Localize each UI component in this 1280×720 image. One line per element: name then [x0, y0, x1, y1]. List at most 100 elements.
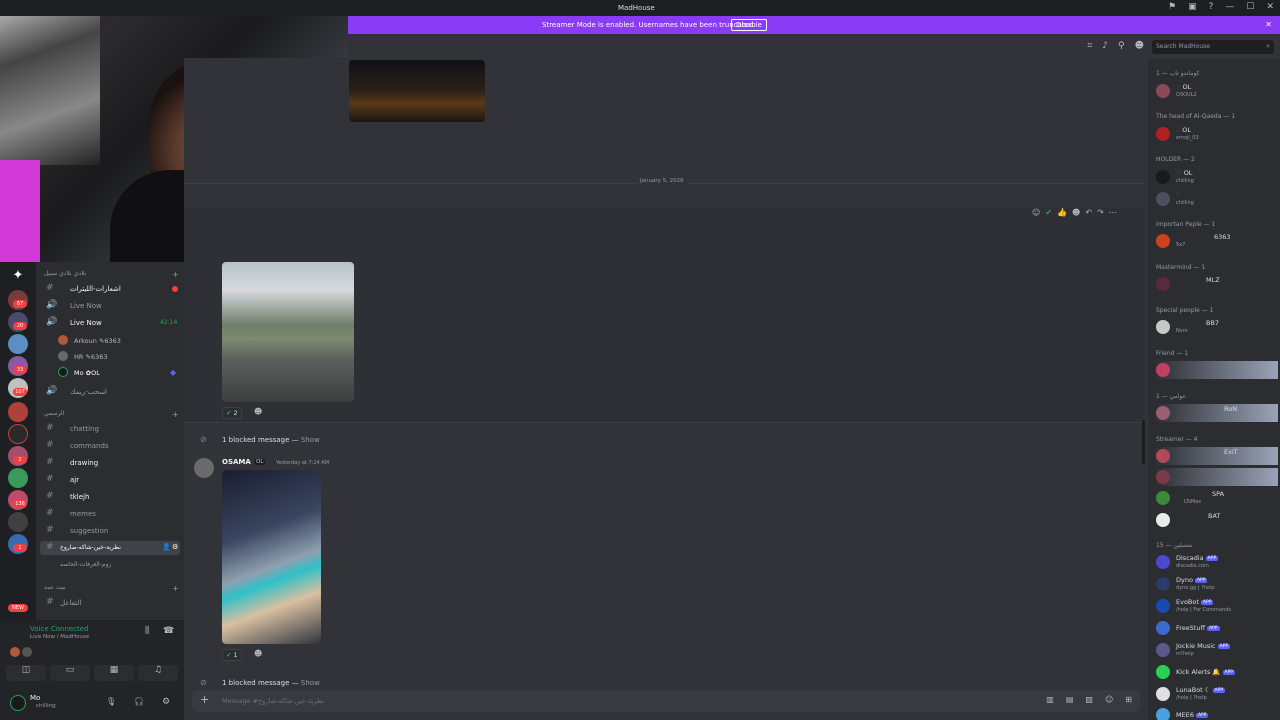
- add-reaction-icon[interactable]: ☻: [254, 649, 262, 658]
- server-icon[interactable]: [8, 402, 28, 422]
- reaction-check[interactable]: ✔ 1: [222, 649, 242, 661]
- member-item[interactable]: [1154, 361, 1278, 379]
- reaction-check[interactable]: ✔ 2: [222, 407, 242, 419]
- attach-plus-icon[interactable]: +: [200, 693, 209, 706]
- screen-icon[interactable]: ▣: [1188, 2, 1197, 12]
- category-header[interactable]: بلادي بلادي سبيل +: [44, 270, 179, 279]
- invite-icon[interactable]: 👤: [162, 543, 171, 551]
- member-item[interactable]: MLZ: [1154, 275, 1278, 293]
- pin-icon[interactable]: ⚲: [1118, 41, 1125, 51]
- bot-item[interactable]: Dyno APP dyno.gg | ?help: [1154, 575, 1278, 593]
- headset-icon[interactable]: 🎧: [134, 697, 144, 706]
- message-image-palms[interactable]: [222, 262, 354, 402]
- channel-item[interactable]: # drawing: [40, 456, 180, 470]
- channel-item[interactable]: # commands: [40, 439, 180, 453]
- close-banner-icon[interactable]: ✕: [1265, 20, 1272, 29]
- category-header[interactable]: بيت عمه +: [44, 584, 179, 593]
- camera-icon[interactable]: ◫: [6, 665, 46, 681]
- category-header[interactable]: الرسمي +: [44, 410, 179, 419]
- chat-scrollbar[interactable]: [1142, 420, 1145, 464]
- emoji-icon[interactable]: ☺: [1105, 695, 1113, 704]
- reaction-emoji-icon[interactable]: ☺: [1032, 208, 1040, 217]
- channel-item[interactable]: # ajr: [40, 473, 180, 487]
- search-input[interactable]: Search MadHouse ⌕: [1152, 40, 1274, 54]
- avatar[interactable]: [10, 695, 26, 711]
- close-window-icon[interactable]: ✕: [1266, 2, 1274, 12]
- settings-icon[interactable]: ⚙: [172, 543, 178, 551]
- channel-item[interactable]: # chatting: [40, 422, 180, 436]
- add-channel-icon[interactable]: +: [172, 270, 179, 279]
- voice-channel-item[interactable]: 🔊 اسحب-ريمك: [40, 385, 180, 399]
- message-image-icecream[interactable]: [222, 470, 321, 644]
- bot-item[interactable]: MEE6 APP: [1154, 706, 1278, 720]
- bot-item[interactable]: LunaBot ☾ APP /help | ?help: [1154, 685, 1278, 703]
- member-item[interactable]: B OL O3OUL2: [1154, 82, 1278, 100]
- home-icon[interactable]: ✦: [8, 266, 28, 286]
- member-item[interactable]: BB7 Nvm: [1154, 318, 1278, 336]
- screenshare-icon[interactable]: ▭: [50, 665, 90, 681]
- inbox-icon[interactable]: ⚑: [1168, 2, 1176, 12]
- channel-item-selected[interactable]: # نظرية-خين-شاكه-صاروخ 👤 ⚙: [40, 541, 180, 555]
- channel-item[interactable]: # التفاعل: [40, 596, 180, 610]
- mic-icon[interactable]: 🎙: [106, 697, 116, 706]
- member-item[interactable]: [1154, 468, 1278, 486]
- more-icon[interactable]: ⋯: [1109, 208, 1117, 217]
- add-reaction-icon[interactable]: ☻: [1072, 208, 1080, 217]
- gift-icon[interactable]: ▥: [1046, 695, 1054, 704]
- member-item[interactable]: S OL emoji_03: [1154, 125, 1278, 143]
- member-item[interactable]: P chilling: [1154, 190, 1278, 208]
- notification-icon[interactable]: ♪: [1102, 41, 1108, 51]
- channel-item[interactable]: # اشعارات-الليترات: [40, 282, 180, 296]
- message-author[interactable]: OSAMA: [222, 458, 251, 466]
- message-composer[interactable]: + Message #نظرية-خين-شاكه-صاروخ ▥ ▤ ▧ ☺ …: [192, 690, 1140, 712]
- member-item[interactable]: ExiT: [1154, 447, 1278, 465]
- channel-item[interactable]: # suggestion: [40, 524, 180, 538]
- soundboard-icon[interactable]: ♫: [138, 665, 178, 681]
- noise-icon[interactable]: ⫼: [145, 626, 149, 636]
- apps-icon[interactable]: ⊞: [1125, 695, 1132, 704]
- sticker-icon[interactable]: ▧: [1085, 695, 1093, 704]
- member-item[interactable]: 6363 5x7: [1154, 232, 1278, 250]
- member-item[interactable]: M OL chilling: [1154, 168, 1278, 186]
- member-item[interactable]: SPA LTsMax: [1154, 489, 1278, 507]
- message-image[interactable]: [349, 60, 485, 122]
- channel-item[interactable]: زوم-الغرفات-الخاصه: [40, 558, 180, 572]
- show-blocked-link[interactable]: Show: [301, 436, 320, 444]
- reaction-count: 2: [233, 409, 238, 417]
- server-icon[interactable]: [8, 512, 28, 532]
- avatar[interactable]: [194, 458, 214, 478]
- disconnect-icon[interactable]: ☎: [163, 626, 174, 636]
- bot-item[interactable]: EvoBot APP /help | For Commands: [1154, 597, 1278, 615]
- server-icon[interactable]: [8, 334, 28, 354]
- add-reaction-icon[interactable]: ☻: [254, 407, 262, 416]
- member-item[interactable]: RoN: [1154, 404, 1278, 422]
- voice-user[interactable]: Mo ✿OL ◆: [56, 366, 180, 380]
- bot-item[interactable]: Discadia APP discadia.com: [1154, 553, 1278, 571]
- channel-item[interactable]: # memes: [40, 507, 180, 521]
- server-icon[interactable]: [8, 468, 28, 488]
- user-settings-icon[interactable]: ⚙: [162, 697, 170, 707]
- disable-button[interactable]: Disable: [731, 19, 767, 31]
- bot-item[interactable]: FreeStuff APP: [1154, 619, 1278, 637]
- check-emoji-icon[interactable]: ✔: [1045, 208, 1052, 217]
- add-channel-icon[interactable]: +: [172, 410, 179, 419]
- channel-item[interactable]: # tklejh: [40, 490, 180, 504]
- members-icon[interactable]: ☻: [1135, 41, 1144, 51]
- show-blocked-link[interactable]: Show: [301, 679, 320, 687]
- voice-channel-item-active[interactable]: 🔊 Live Now 42:14: [40, 316, 180, 330]
- forward-icon[interactable]: ↷: [1097, 208, 1104, 217]
- thumbs-up-icon[interactable]: 👍: [1057, 208, 1067, 217]
- help-icon[interactable]: ?: [1209, 2, 1214, 12]
- reply-icon[interactable]: ↶: [1085, 208, 1092, 217]
- bot-item[interactable]: Jockie Music APP m!help: [1154, 641, 1278, 659]
- bot-item[interactable]: Kick Alerts 🔔 APP: [1154, 663, 1278, 681]
- member-item[interactable]: BAT: [1154, 511, 1278, 529]
- server-icon[interactable]: [8, 424, 28, 444]
- threads-icon[interactable]: ⌗: [1087, 41, 1092, 51]
- gif-icon[interactable]: ▤: [1066, 695, 1074, 704]
- add-channel-icon[interactable]: +: [172, 584, 179, 593]
- maximize-icon[interactable]: ☐: [1246, 2, 1254, 12]
- minimize-icon[interactable]: —: [1225, 2, 1234, 12]
- voice-channel-item[interactable]: 🔊 Live Now: [40, 299, 180, 313]
- activities-icon[interactable]: ▦: [94, 665, 134, 681]
